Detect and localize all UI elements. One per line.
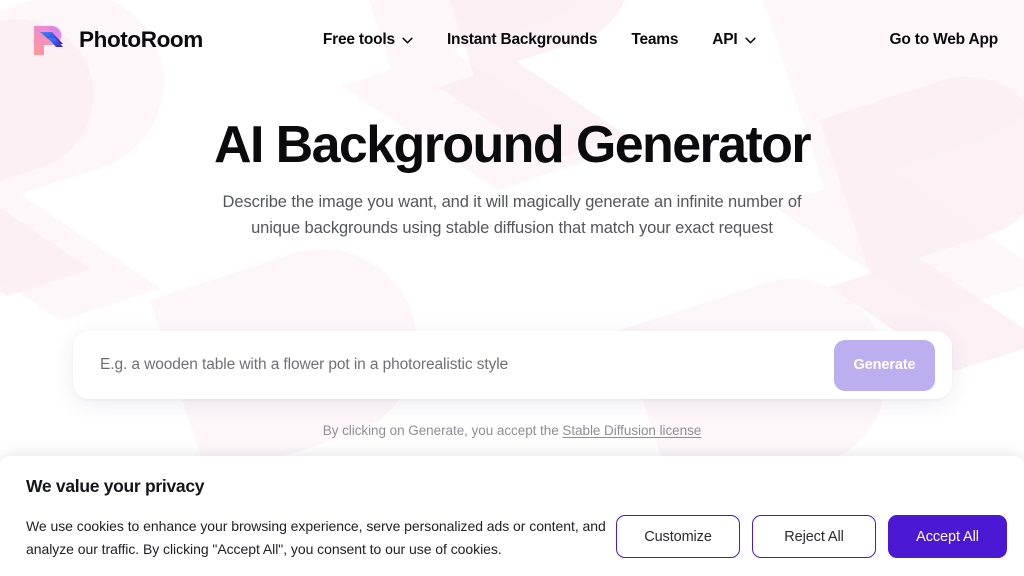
nav-item-instant-backgrounds-label: Instant Backgrounds: [446, 31, 598, 48]
generate-disclaimer: By clicking on Generate, you accept the …: [0, 423, 1024, 438]
disclaimer-prefix: By clicking on Generate, you accept the: [322, 423, 563, 438]
cookie-banner-title: We value your privacy: [26, 476, 205, 496]
chevron-down-icon: [402, 37, 413, 43]
primary-nav: Free tools Instant Backgrounds Teams API: [306, 25, 773, 55]
page-root: PhotoRoom Free tools Instant Backgrounds…: [0, 0, 1024, 576]
hero-subtitle: Describe the image you want, and it will…: [222, 193, 802, 237]
header-right: Go to Web App: [890, 31, 999, 49]
site-header: PhotoRoom Free tools Instant Backgrounds…: [0, 0, 1024, 80]
prompt-card: Generate: [73, 331, 952, 399]
nav-item-teams[interactable]: Teams: [614, 25, 695, 55]
photoroom-r-logo-icon: [34, 26, 63, 55]
cookie-banner-actions: Customize Reject All Accept All: [616, 474, 1007, 558]
go-to-web-app-link[interactable]: Go to Web App: [890, 31, 999, 49]
cookie-banner-body: We use cookies to enhance your browsing …: [26, 518, 606, 557]
accept-all-cookies-button[interactable]: Accept All: [888, 515, 1007, 558]
nav-item-free-tools-label: Free tools: [322, 31, 395, 48]
customize-cookies-button[interactable]: Customize: [616, 515, 740, 558]
nav-item-api[interactable]: API: [695, 25, 772, 55]
brand-logo-link[interactable]: PhotoRoom: [28, 20, 203, 60]
chevron-down-icon: [744, 37, 756, 43]
cookie-text-column: We value your privacy We use cookies to …: [26, 474, 616, 561]
nav-item-instant-backgrounds[interactable]: Instant Backgrounds: [430, 25, 614, 55]
nav-item-api-label: API: [712, 31, 738, 48]
prompt-input[interactable]: [100, 331, 834, 399]
reject-all-cookies-button[interactable]: Reject All: [752, 515, 876, 558]
cookie-consent-banner: We value your privacy We use cookies to …: [0, 456, 1024, 576]
nav-item-teams-label: Teams: [631, 31, 679, 48]
brand-name: PhotoRoom: [79, 27, 203, 52]
page-title: AI Background Generator: [214, 116, 812, 174]
hero-section: AI Background Generator Describe the ima…: [0, 114, 1024, 241]
stable-diffusion-license-link[interactable]: Stable Diffusion license: [562, 423, 701, 438]
generate-button[interactable]: Generate: [834, 339, 935, 391]
nav-item-free-tools[interactable]: Free tools: [306, 25, 430, 55]
